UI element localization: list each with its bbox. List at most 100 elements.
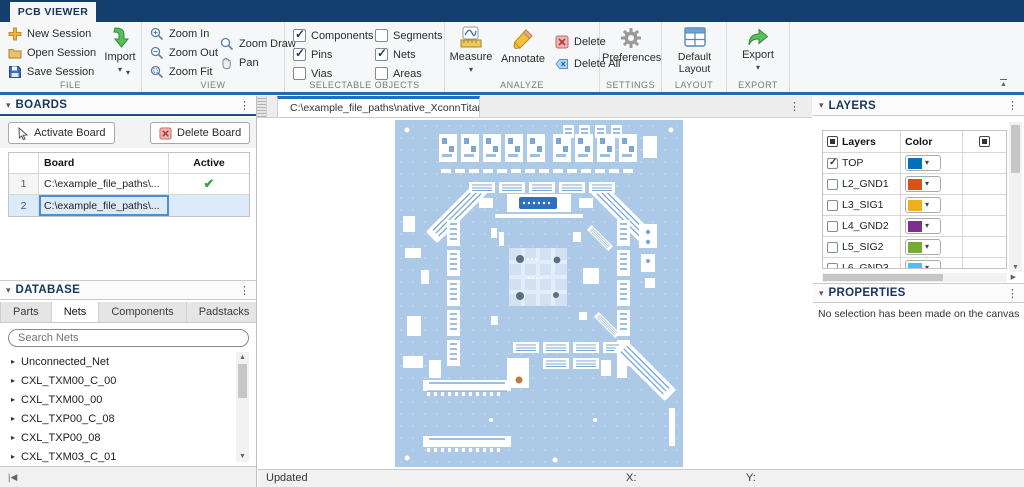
expand-icon[interactable]: ▸ xyxy=(11,414,15,423)
net-tree-item[interactable]: ▸CXL_TXM03_C_01 xyxy=(0,447,234,464)
expand-icon[interactable]: ▸ xyxy=(11,452,15,461)
layer-name-cell[interactable]: L6_GND3 xyxy=(823,258,901,269)
activate-board-button[interactable]: Activate Board xyxy=(8,122,115,144)
layer-visibility-checkbox[interactable] xyxy=(827,179,838,190)
color-dropdown-caret[interactable]: ▾ xyxy=(925,222,929,230)
layer-color-cell[interactable]: ▾ xyxy=(901,216,963,236)
collapse-layers-icon[interactable]: ▾ xyxy=(819,100,824,111)
pan-button[interactable]: Pan xyxy=(220,55,259,71)
column-header-active[interactable]: Active xyxy=(169,153,249,173)
net-tree-item[interactable]: ▸Unconnected_Net xyxy=(0,352,234,371)
select-all-layers-icon[interactable] xyxy=(827,136,838,147)
column-header-extra[interactable] xyxy=(963,131,1006,152)
color-dropdown-caret[interactable]: ▾ xyxy=(925,243,929,251)
annotate-button[interactable]: Annotate xyxy=(497,26,549,65)
board-path-cell[interactable]: C:\example_file_paths\... xyxy=(39,174,169,194)
zoom-out-button[interactable]: Zoom Out xyxy=(150,45,218,61)
layer-extra-cell[interactable] xyxy=(963,195,1006,215)
color-dropdown-caret[interactable]: ▾ xyxy=(925,180,929,188)
layer-row[interactable]: L3_SIG1 ▾ xyxy=(823,195,1006,216)
delete-board-button[interactable]: Delete Board xyxy=(150,122,250,144)
document-grip[interactable] xyxy=(257,96,267,117)
net-tree-item[interactable]: ▸CXL_TXM00_00 xyxy=(0,390,234,409)
color-dropdown-caret[interactable]: ▾ xyxy=(925,159,929,167)
layer-row[interactable]: L6_GND3 ▾ xyxy=(823,258,1006,269)
layer-extra-cell[interactable] xyxy=(963,174,1006,194)
checkbox[interactable] xyxy=(293,48,306,61)
checkbox[interactable] xyxy=(293,29,306,42)
selectable-checkbox-segments[interactable]: Segments xyxy=(375,26,453,45)
open-session-button[interactable]: Open Session xyxy=(8,45,96,61)
import-dropdown-caret[interactable]: ▾ xyxy=(118,65,122,74)
measure-button[interactable]: Measure ▾ xyxy=(447,26,495,75)
color-dropdown-button[interactable]: ▾ xyxy=(905,239,941,255)
board-active-cell[interactable] xyxy=(169,195,249,216)
layer-name-cell[interactable]: TOP xyxy=(823,153,901,173)
database-tab-parts[interactable]: Parts xyxy=(1,302,52,322)
color-dropdown-button[interactable]: ▾ xyxy=(905,260,941,269)
properties-menu-icon[interactable]: ⋮ xyxy=(1007,287,1018,300)
boards-menu-icon[interactable]: ⋮ xyxy=(239,99,250,112)
database-tab-nets[interactable]: Nets xyxy=(52,302,100,322)
expand-icon[interactable]: ▸ xyxy=(11,357,15,366)
document-tab[interactable]: C:\example_file_paths\native_XconnTitan xyxy=(277,96,480,117)
layer-visibility-checkbox[interactable] xyxy=(827,221,838,232)
boards-panel-header[interactable]: ▾ BOARDS ⋮ xyxy=(0,96,256,116)
ribbon-tab-pcb-viewer[interactable]: PCB VIEWER xyxy=(10,2,96,22)
layer-extra-cell[interactable] xyxy=(963,216,1006,236)
table-row[interactable]: 2C:\example_file_paths\... xyxy=(9,195,249,216)
database-tab-components[interactable]: Components xyxy=(99,302,186,322)
collapse-database-icon[interactable]: ▾ xyxy=(6,285,11,296)
color-dropdown-button[interactable]: ▾ xyxy=(905,218,941,234)
layer-color-cell[interactable]: ▾ xyxy=(901,174,963,194)
color-dropdown-caret[interactable]: ▾ xyxy=(925,201,929,209)
delete-button[interactable]: Delete xyxy=(555,34,606,50)
expand-icon[interactable]: ▸ xyxy=(11,395,15,404)
layer-row[interactable]: L2_GND1 ▾ xyxy=(823,174,1006,195)
document-menu-icon[interactable]: ⋮ xyxy=(789,100,800,113)
zoom-fit-button[interactable]: Zoom Fit xyxy=(150,64,212,80)
column-header-board[interactable]: Board xyxy=(39,153,169,173)
color-dropdown-caret[interactable]: ▾ xyxy=(925,264,929,269)
selectable-checkbox-components[interactable]: Components xyxy=(293,26,375,45)
export-button[interactable]: Export ▾ xyxy=(731,26,785,73)
export-dropdown-caret[interactable]: ▾ xyxy=(756,63,760,72)
database-tab-padstacks[interactable]: Padstacks xyxy=(187,302,263,322)
layer-visibility-checkbox[interactable] xyxy=(827,263,838,270)
measure-dropdown-caret[interactable]: ▾ xyxy=(469,65,473,74)
layers-panel-header[interactable]: ▾ LAYERS ⋮ xyxy=(813,96,1024,116)
color-dropdown-button[interactable]: ▾ xyxy=(905,176,941,192)
checkbox[interactable] xyxy=(375,29,388,42)
preferences-button[interactable]: Preferences xyxy=(602,26,660,64)
layer-visibility-checkbox[interactable] xyxy=(827,200,838,211)
column-header-layers[interactable]: Layers xyxy=(823,131,901,152)
layer-color-cell[interactable]: ▾ xyxy=(901,153,963,173)
new-session-button[interactable]: New Session xyxy=(8,26,91,42)
search-nets-input[interactable] xyxy=(8,329,249,347)
color-dropdown-button[interactable]: ▾ xyxy=(905,155,941,171)
layer-visibility-checkbox[interactable] xyxy=(827,158,838,169)
default-layout-button[interactable]: Default Layout xyxy=(662,26,727,75)
layer-name-cell[interactable]: L3_SIG1 xyxy=(823,195,901,215)
net-tree-item[interactable]: ▸CXL_TXP00_C_08 xyxy=(0,409,234,428)
layer-name-cell[interactable]: L2_GND1 xyxy=(823,174,901,194)
column-header-color[interactable]: Color xyxy=(901,131,963,152)
layer-color-cell[interactable]: ▾ xyxy=(901,195,963,215)
layer-row[interactable]: L5_SIG2 ▾ xyxy=(823,237,1006,258)
expand-icon[interactable]: ▸ xyxy=(11,433,15,442)
table-row[interactable]: 1C:\example_file_paths\...✔ xyxy=(9,174,249,195)
nets-horizontal-scrollbar[interactable]: |◀ xyxy=(0,466,256,487)
layer-extra-cell[interactable] xyxy=(963,153,1006,173)
layer-name-cell[interactable]: L5_SIG2 xyxy=(823,237,901,257)
board-path-cell[interactable]: C:\example_file_paths\... xyxy=(39,195,169,216)
properties-panel-header[interactable]: ▾ PROPERTIES ⋮ xyxy=(813,283,1024,303)
checkbox[interactable] xyxy=(375,67,388,80)
layer-row[interactable]: TOP ▾ xyxy=(823,153,1006,174)
save-session-button[interactable]: Save Session xyxy=(8,64,94,80)
database-panel-header[interactable]: ▾ DATABASE ⋮ xyxy=(0,280,256,300)
layer-visibility-checkbox[interactable] xyxy=(827,242,838,253)
zoom-in-button[interactable]: Zoom In xyxy=(150,26,209,42)
checkbox[interactable] xyxy=(375,48,388,61)
collapse-ribbon-button[interactable]: ▲ xyxy=(1000,79,1007,88)
layer-row[interactable]: L4_GND2▾ xyxy=(823,216,1006,237)
